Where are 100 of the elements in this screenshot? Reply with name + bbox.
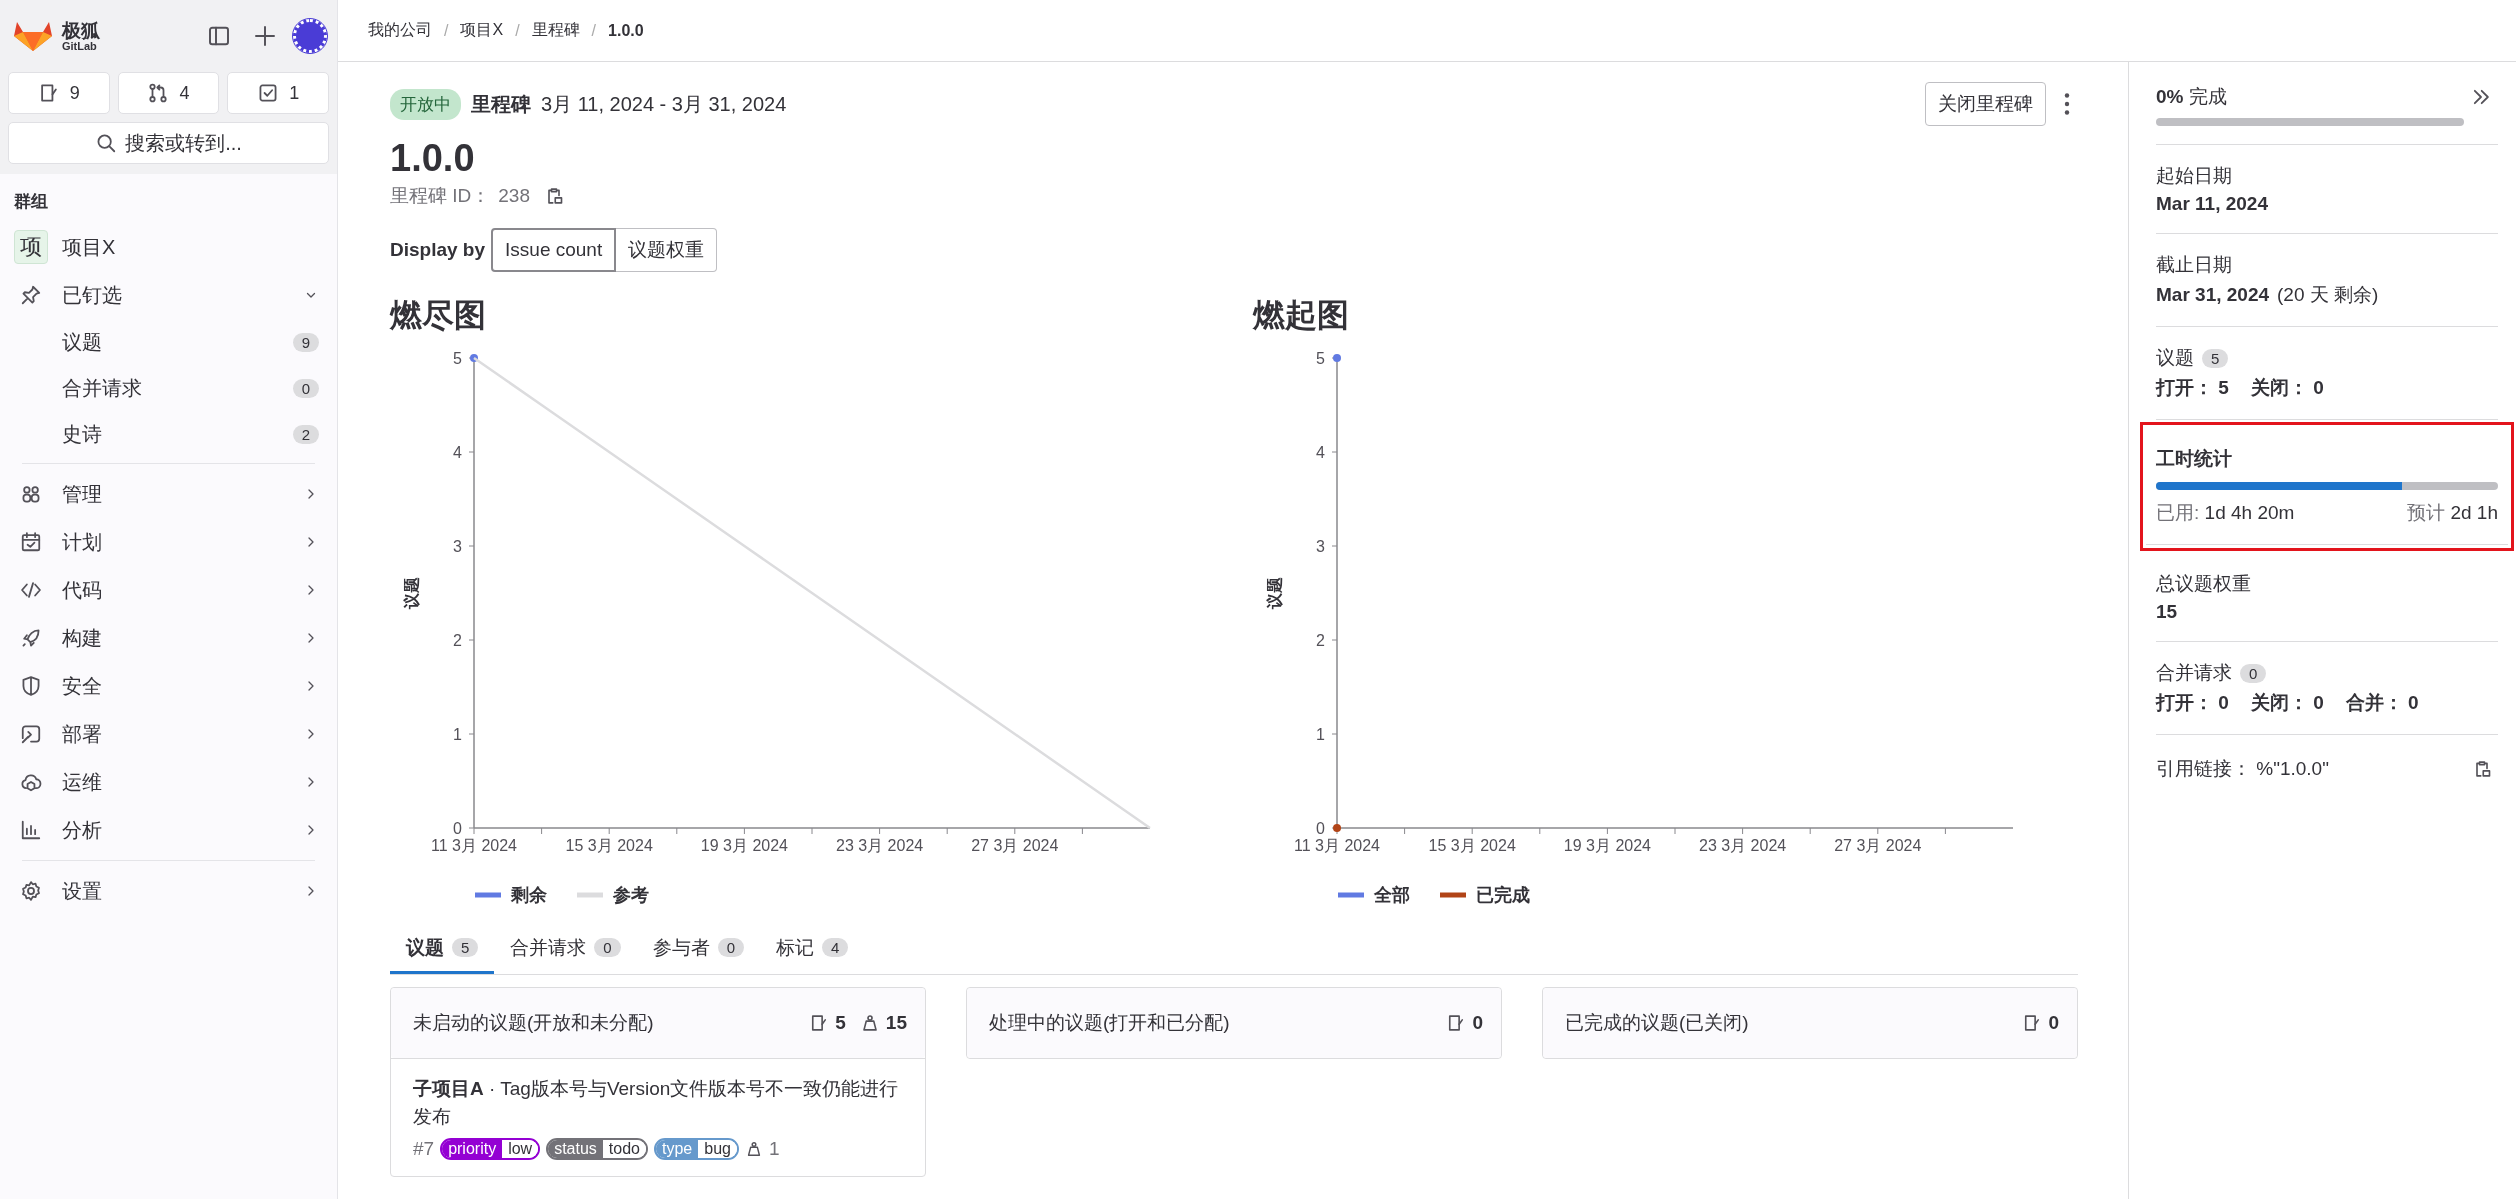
start-date: Mar 11, 2024: [2156, 193, 2269, 215]
issue-number: #7: [413, 1137, 435, 1160]
nav-item[interactable]: 分析: [8, 806, 329, 854]
x-tick-label: 15 3月 2024: [565, 836, 653, 854]
issue-count: 5: [835, 1011, 846, 1034]
field-label: 议题: [2156, 346, 2194, 370]
count-badge: 5: [2202, 348, 2229, 368]
nav-item[interactable]: 计划: [8, 518, 329, 566]
legend-swatch: [1440, 891, 1466, 898]
status-badge: 开放中: [390, 88, 461, 120]
people-icon: [20, 483, 42, 505]
pinned-section-toggle[interactable]: 已钉选: [8, 271, 329, 319]
legend-label: 已完成: [1476, 883, 1530, 907]
scoped-label[interactable]: type bug: [654, 1137, 739, 1160]
x-tick-label: 15 3月 2024: [1428, 836, 1516, 854]
legend-swatch: [1338, 891, 1364, 898]
nav-item[interactable]: 设置: [8, 867, 329, 915]
total-weight: 15: [2156, 601, 2179, 623]
nav-item[interactable]: 部署: [8, 710, 329, 758]
field-label: 截止日期: [2156, 253, 2233, 277]
tab[interactable]: 合并请求 0: [494, 926, 637, 974]
breadcrumb-link[interactable]: 里程碑: [531, 20, 580, 41]
x-tick-label: 23 3月 2024: [836, 836, 924, 854]
fox-logo-icon[interactable]: [14, 20, 52, 52]
time-spent: 已用: 1d 4h 20m: [2156, 501, 2295, 525]
y-axis-label: 议题: [403, 576, 420, 609]
y-tick-label: 2: [453, 631, 462, 649]
issue-title[interactable]: 子项目A · Tag版本号与Version文件版本号不一致仍能进行发布: [413, 1074, 903, 1132]
x-tick-label: 23 3月 2024: [1699, 836, 1787, 854]
project-avatar: 项: [14, 230, 48, 264]
y-tick-label: 5: [1316, 349, 1325, 367]
y-tick-label: 3: [453, 537, 462, 555]
calendar-icon: [20, 531, 42, 553]
counter-button[interactable]: 1: [227, 72, 329, 114]
breadcrumb-link[interactable]: 项目X: [460, 20, 504, 41]
milestone-id-label: 里程碑 ID：: [390, 183, 491, 208]
pinned-item[interactable]: 合并请求 0: [8, 365, 329, 411]
pinned-item[interactable]: 议题 9: [8, 319, 329, 365]
breadcrumb-link[interactable]: 1.0.0: [608, 21, 644, 40]
nav-item[interactable]: 构建: [8, 614, 329, 662]
display-option[interactable]: Issue count: [491, 227, 617, 272]
legend-label: 全部: [1374, 883, 1410, 907]
count-badge: 5: [452, 938, 479, 958]
nav-item[interactable]: 运维: [8, 758, 329, 806]
x-tick-label: 19 3月 2024: [700, 836, 788, 854]
close-milestone-button[interactable]: 关闭里程碑: [1925, 82, 2046, 126]
rocket-icon: [20, 627, 42, 649]
breadcrumb-separator: /: [591, 21, 597, 40]
y-tick-label: 4: [453, 443, 462, 461]
breadcrumb-link[interactable]: 我的公司: [368, 20, 432, 41]
pinned-item[interactable]: 史诗 2: [8, 411, 329, 457]
shield-icon: [20, 675, 42, 697]
tab[interactable]: 参与者 0: [636, 926, 761, 974]
user-avatar[interactable]: [293, 19, 327, 53]
chart-title: 燃起图: [1253, 295, 1350, 335]
days-remaining: (20 天 剩余): [2277, 283, 2379, 307]
search-button[interactable]: 搜索或转到...: [8, 122, 329, 164]
counter-button[interactable]: 4: [117, 72, 220, 114]
merge-request-icon: [147, 82, 170, 104]
merge-request-stat: 关闭： 0: [2250, 691, 2324, 715]
breadcrumb-separator: /: [515, 21, 520, 40]
nav-item[interactable]: 安全: [8, 662, 329, 710]
display-option[interactable]: 议题权重: [616, 227, 718, 272]
bar-chart-icon: [20, 819, 42, 841]
tab[interactable]: 标记 4: [760, 926, 865, 974]
counter-button[interactable]: 9: [8, 72, 110, 114]
count-badge: 4: [822, 938, 849, 958]
brand-name: 极狐: [62, 20, 100, 40]
scoped-label[interactable]: status todo: [546, 1137, 648, 1160]
settings-icon: [20, 880, 42, 902]
board-title: 未启动的议题(开放和未分配): [413, 1010, 655, 1035]
x-tick-label: 11 3月 2024: [1294, 836, 1380, 854]
x-tick-label: 11 3月 2024: [431, 836, 517, 854]
merge-request-stat: 合并： 0: [2345, 691, 2419, 715]
nav-item[interactable]: 代码: [8, 566, 329, 614]
legend-swatch: [577, 891, 603, 898]
breadcrumb-separator: /: [444, 21, 449, 40]
count-badge: 9: [292, 332, 319, 352]
display-by-label: Display by: [390, 238, 486, 261]
milestone-title: 1.0.0: [390, 138, 476, 180]
weight-count: 15: [885, 1011, 907, 1034]
milestone-label: 里程碑: [471, 91, 531, 117]
y-tick-label: 5: [453, 349, 462, 367]
y-tick-label: 0: [1316, 819, 1325, 837]
y-tick-label: 0: [453, 819, 462, 837]
project-link[interactable]: 项 项目X: [8, 223, 329, 271]
legend-label: 参考: [613, 883, 649, 907]
issue-count: 0: [1472, 1011, 1483, 1034]
tab[interactable]: 议题 5: [390, 926, 495, 974]
count-badge: 0: [717, 938, 745, 958]
y-tick-label: 1: [1316, 725, 1325, 743]
nav-item[interactable]: 管理: [8, 470, 329, 518]
panel-icon: [207, 24, 231, 48]
due-date: Mar 31, 2024: [2156, 284, 2270, 306]
y-tick-label: 2: [1316, 631, 1325, 649]
count-badge: 0: [594, 938, 621, 958]
board-title: 已完成的议题(已关闭): [1565, 1010, 1750, 1035]
issue-count: 0: [2048, 1011, 2059, 1034]
count-badge: 0: [2240, 663, 2267, 683]
scoped-label[interactable]: priority low: [440, 1137, 541, 1160]
